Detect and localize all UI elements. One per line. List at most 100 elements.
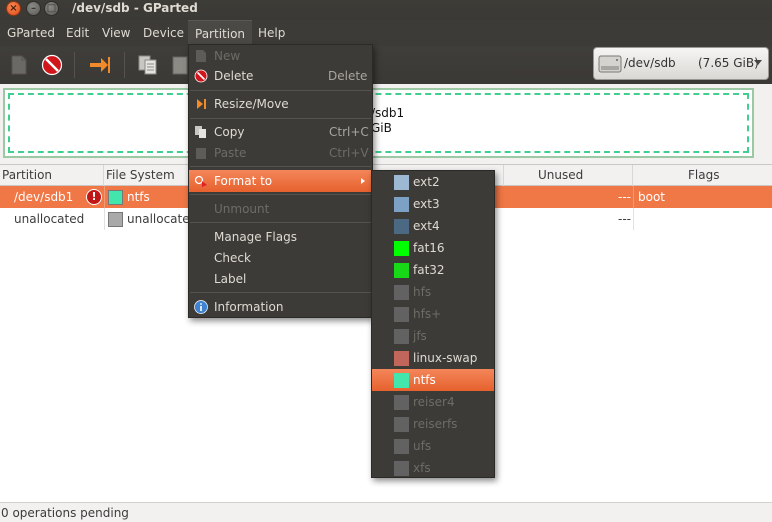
minimize-window-button[interactable]: – — [26, 1, 41, 16]
format-option-ext2[interactable]: ext2 — [372, 171, 494, 193]
column-divider — [104, 186, 105, 208]
menu-item-label[interactable]: Label — [189, 268, 372, 290]
format-option-hfs[interactable]: hfs — [372, 281, 494, 303]
menu-device[interactable]: Device — [136, 20, 191, 46]
toolbar-separator — [124, 52, 125, 78]
format-option-hfsplus[interactable]: hfs+ — [372, 303, 494, 325]
partition-graph-area: /sdb1 GiB — [0, 84, 772, 162]
fs-color-swatch — [394, 175, 409, 190]
column-unused[interactable]: Unused — [504, 165, 633, 186]
menu-item-format-to[interactable]: Format to — [189, 170, 372, 192]
fs-color-swatch — [394, 417, 409, 432]
menu-view[interactable]: View — [95, 20, 137, 46]
menu-item-unmount[interactable]: Unmount — [189, 198, 372, 220]
menu-item-manage-flags[interactable]: Manage Flags — [189, 226, 372, 248]
fs-color-swatch — [394, 373, 409, 388]
close-window-button[interactable]: × — [6, 1, 21, 16]
column-partition[interactable]: Partition — [0, 165, 104, 186]
fs-color-swatch — [394, 439, 409, 454]
menu-separator — [190, 292, 371, 293]
format-option-fat16[interactable]: fat16 — [372, 237, 494, 259]
copy-icon — [195, 126, 206, 138]
menu-separator — [190, 118, 371, 119]
chevron-down-icon — [754, 60, 762, 65]
menu-separator — [190, 90, 371, 91]
format-option-jfs[interactable]: jfs — [372, 325, 494, 347]
fs-color-swatch — [394, 241, 409, 256]
format-option-ext4[interactable]: ext4 — [372, 215, 494, 237]
fs-color-swatch — [394, 395, 409, 410]
format-option-reiserfs[interactable]: reiserfs — [372, 413, 494, 435]
hard-disk-icon — [598, 55, 622, 73]
info-icon — [194, 300, 208, 314]
fs-color-swatch — [394, 197, 409, 212]
menu-item-check[interactable]: Check — [189, 247, 372, 269]
menu-edit[interactable]: Edit — [59, 20, 96, 46]
graph-partition-label: /sdb1 — [371, 106, 405, 120]
title-bar: × – □ /dev/sdb - GParted — [0, 0, 772, 20]
partition-name: unallocated — [14, 212, 85, 226]
device-name: /dev/sdb — [624, 56, 676, 70]
column-flags[interactable]: Flags — [633, 165, 772, 186]
format-icon — [194, 175, 207, 187]
device-size: (7.65 GiB) — [698, 56, 759, 70]
fs-color-swatch — [394, 285, 409, 300]
minimize-icon: – — [31, 3, 36, 14]
paste-icon — [196, 148, 206, 159]
format-option-ntfs[interactable]: ntfs — [372, 369, 494, 391]
format-option-xfs[interactable]: xfs — [372, 457, 494, 479]
format-option-fat32[interactable]: fat32 — [372, 259, 494, 281]
menu-separator — [190, 166, 371, 167]
menu-separator — [190, 194, 371, 195]
window-title: /dev/sdb - GParted — [72, 1, 198, 15]
menu-separator — [190, 222, 371, 223]
file-system-value: unallocated — [127, 212, 198, 226]
menu-gparted[interactable]: GParted — [0, 20, 62, 46]
resize-move-icon[interactable] — [89, 54, 111, 76]
file-system-value: ntfs — [127, 190, 150, 204]
column-divider — [633, 186, 634, 208]
status-bar: 0 operations pending — [0, 502, 772, 522]
resize-move-icon — [197, 99, 206, 109]
menu-item-resize-move[interactable]: Resize/Move — [189, 93, 372, 115]
format-option-ufs[interactable]: ufs — [372, 435, 494, 457]
fs-color-swatch — [394, 307, 409, 322]
menu-help[interactable]: Help — [251, 20, 292, 46]
close-icon: × — [9, 3, 18, 14]
graph-partition-size: GiB — [371, 121, 392, 135]
maximize-window-button[interactable]: □ — [44, 1, 59, 16]
menu-bar: GParted Edit View Device Partition Help — [0, 20, 772, 46]
unused-value: --- — [618, 212, 631, 226]
fs-color-swatch — [394, 351, 409, 366]
device-selector[interactable]: /dev/sdb (7.65 GiB) — [593, 47, 769, 80]
format-option-linux-swap[interactable]: linux-swap — [372, 347, 494, 369]
fs-color-swatch — [108, 190, 123, 205]
submenu-arrow-icon — [361, 178, 365, 184]
menu-item-paste[interactable]: Paste Ctrl+V — [189, 142, 372, 164]
flags-value: boot — [638, 190, 666, 204]
menu-item-new[interactable]: New — [189, 45, 372, 67]
format-option-reiser4[interactable]: reiser4 — [372, 391, 494, 413]
format-option-ext3[interactable]: ext3 — [372, 193, 494, 215]
new-partition-icon[interactable] — [8, 54, 30, 76]
new-icon — [196, 50, 206, 62]
toolbar-separator — [74, 52, 75, 78]
fs-color-swatch — [394, 329, 409, 344]
partition-name: /dev/sdb1 — [14, 190, 74, 204]
copy-icon[interactable] — [137, 54, 159, 76]
menu-item-copy[interactable]: Copy Ctrl+C — [189, 121, 372, 143]
menu-item-information[interactable]: Information — [189, 296, 372, 318]
column-divider — [104, 208, 105, 230]
fs-color-swatch — [394, 461, 409, 476]
format-to-submenu: ext2 ext3 ext4 fat16 fat32 hfs hfs+ jfs … — [371, 170, 495, 478]
fs-color-swatch — [394, 219, 409, 234]
warning-icon[interactable]: ! — [86, 189, 102, 205]
unused-value: --- — [618, 190, 631, 204]
fs-color-swatch — [108, 212, 123, 227]
fs-color-swatch — [394, 263, 409, 278]
menu-partition[interactable]: Partition — [188, 20, 253, 46]
delete-partition-icon[interactable] — [41, 54, 63, 76]
maximize-icon: □ — [46, 3, 57, 14]
operations-pending: 0 operations pending — [1, 506, 129, 520]
menu-item-delete[interactable]: Delete Delete — [189, 65, 372, 87]
